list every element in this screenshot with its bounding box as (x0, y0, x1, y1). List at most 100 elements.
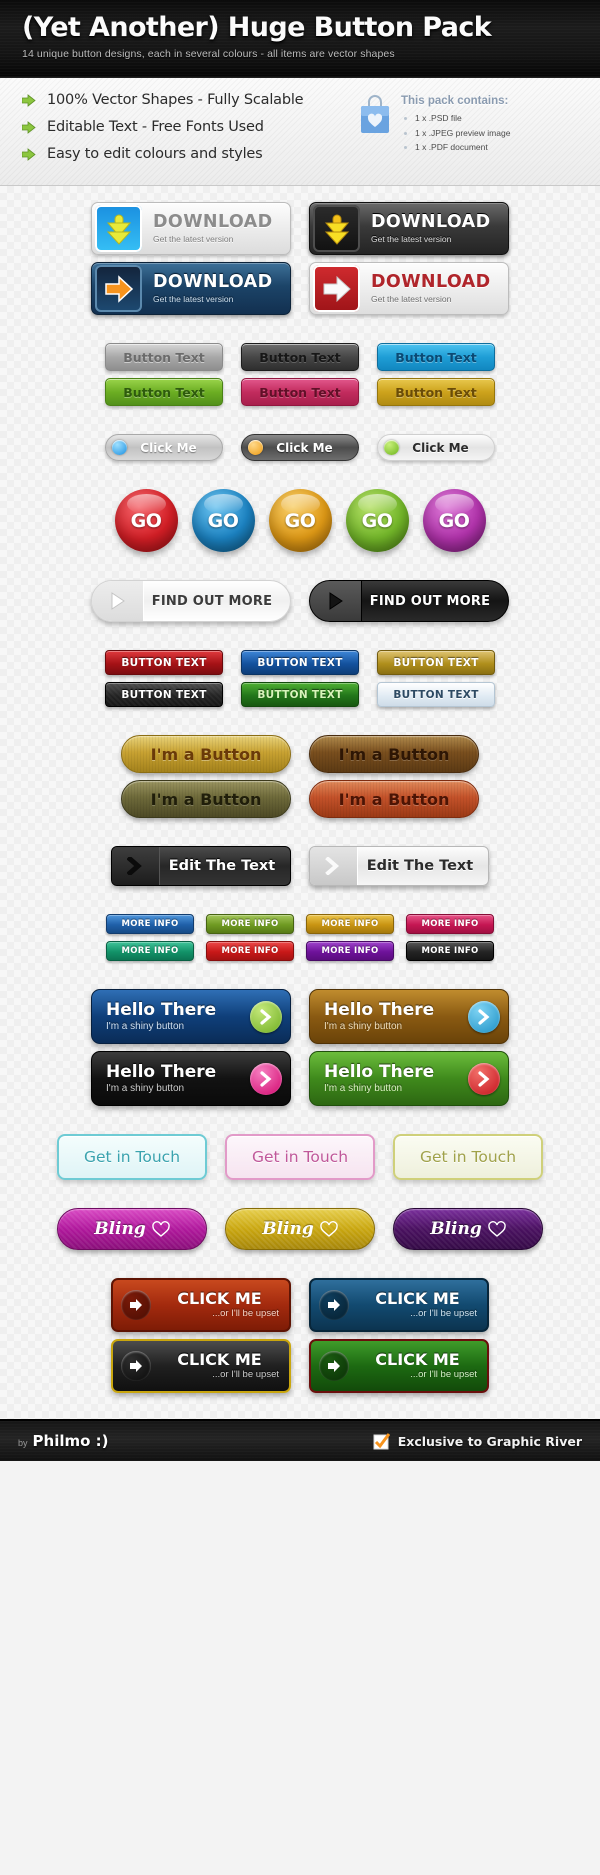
by-prefix: by (18, 1438, 28, 1448)
button-text-rect-red[interactable]: BUTTON TEXT (105, 650, 223, 675)
go-label: GO (361, 509, 393, 532)
more-info-pink[interactable]: MORE INFO (406, 914, 494, 934)
button-label: MORE INFO (121, 946, 179, 956)
download-sublabel: Get the latest version (153, 233, 234, 244)
get-in-touch-pink[interactable]: Get in Touch (225, 1134, 375, 1180)
go-button-green[interactable]: GO (345, 489, 409, 552)
more-info-gold[interactable]: MORE INFO (306, 914, 394, 934)
find-out-more-dark[interactable]: FIND OUT MORE (309, 580, 509, 622)
button-text-gold[interactable]: Button Text (377, 378, 495, 406)
click-me-big-blue[interactable]: CLICK ME ...or I'll be upset (309, 1278, 489, 1332)
button-text-grey[interactable]: Button Text (105, 343, 223, 371)
click-me-light[interactable]: Click Me (377, 434, 495, 461)
hello-there-dark[interactable]: Hello There I'm a shiny button (91, 1051, 291, 1106)
chevron-right-circle-icon (468, 1062, 500, 1095)
pack-contents: This pack contains: 1 x .PSD file 1 x .J… (358, 92, 580, 185)
feature-item: Easy to edit colours and styles (22, 146, 358, 162)
bling-label: Bling (430, 1219, 482, 1239)
go-button-red[interactable]: GO (114, 489, 178, 552)
more-info-dark[interactable]: MORE INFO (406, 941, 494, 961)
click-me-big-red[interactable]: CLICK ME ...or I'll be upset (111, 1278, 291, 1332)
button-text-rect-gold[interactable]: BUTTON TEXT (377, 650, 495, 675)
more-info-olive[interactable]: MORE INFO (206, 914, 294, 934)
button-text-rect-dark[interactable]: BUTTON TEXT (105, 682, 223, 707)
button-label: Button Text (395, 384, 477, 400)
download-button-navy[interactable]: DOWNLOAD Get the latest version (91, 262, 291, 315)
download-button-silver[interactable]: DOWNLOAD Get the latest version (91, 202, 291, 255)
chevron-right-circle-icon (250, 1000, 282, 1033)
im-a-button-orange[interactable]: I'm a Button (309, 780, 479, 818)
click-me-dark[interactable]: Click Me (241, 434, 359, 461)
button-text-rect-green[interactable]: BUTTON TEXT (241, 682, 359, 707)
hello-there-row-2: Hello There I'm a shiny button Hello The… (0, 1051, 600, 1106)
more-info-teal[interactable]: MORE INFO (106, 941, 194, 961)
button-text-pink[interactable]: Button Text (241, 378, 359, 406)
hello-there-blue[interactable]: Hello There I'm a shiny button (91, 989, 291, 1044)
download-label: DOWNLOAD (153, 212, 273, 233)
im-a-button-gold[interactable]: I'm a Button (121, 735, 291, 773)
click-me-big-sub: ...or I'll be upset (410, 1308, 477, 1320)
hello-there-sub: I'm a shiny button (324, 1020, 403, 1032)
pack-content-item: 1 x .PSD file (401, 113, 510, 123)
page-subtitle: 14 unique button designs, each in severa… (22, 48, 395, 60)
bling-gold[interactable]: Bling (225, 1208, 375, 1250)
hello-there-gold[interactable]: Hello There I'm a shiny button (309, 989, 509, 1044)
edit-the-text-light[interactable]: Edit The Text (309, 846, 489, 886)
edit-the-text-label: Edit The Text (168, 858, 276, 874)
find-out-more-light[interactable]: FIND OUT MORE (91, 580, 291, 622)
heart-icon (152, 1221, 170, 1237)
click-me-label: Click Me (412, 440, 469, 455)
button-label: MORE INFO (321, 946, 379, 956)
chevron-right-icon (112, 847, 160, 885)
go-button-orange[interactable]: GO (268, 489, 332, 552)
button-label: BUTTON TEXT (121, 656, 207, 669)
button-label: MORE INFO (321, 919, 379, 929)
button-text-blue[interactable]: Button Text (377, 343, 495, 371)
hello-there-green[interactable]: Hello There I'm a shiny button (309, 1051, 509, 1106)
click-me-grey[interactable]: Click Me (105, 434, 223, 461)
exclusive-label: Exclusive to Graphic River (397, 1433, 582, 1449)
click-me-big-title: CLICK ME (375, 1349, 460, 1369)
arrow-right-icon (121, 1290, 151, 1320)
hello-there-title: Hello There (324, 1062, 435, 1083)
more-info-row-2: MORE INFO MORE INFO MORE INFO MORE INFO (0, 941, 600, 961)
im-a-button-row-2: I'm a Button I'm a Button (0, 780, 600, 818)
im-a-button-olive[interactable]: I'm a Button (121, 780, 291, 818)
arrow-right-icon (319, 1290, 349, 1320)
hello-there-row-1: Hello There I'm a shiny button Hello The… (0, 989, 600, 1044)
go-button-purple[interactable]: GO (422, 489, 486, 552)
arrow-right-icon (319, 1351, 349, 1381)
checkbox-checked-icon (373, 1432, 390, 1449)
bling-purple[interactable]: Bling (393, 1208, 543, 1250)
arrow-right-icon (22, 120, 36, 134)
more-info-purple[interactable]: MORE INFO (306, 941, 394, 961)
click-me-big-dark[interactable]: CLICK ME ...or I'll be upset (111, 1339, 291, 1393)
click-me-big-row-1: CLICK ME ...or I'll be upset CLICK ME ..… (0, 1278, 600, 1332)
im-a-button-brown[interactable]: I'm a Button (309, 735, 479, 773)
button-label: BUTTON TEXT (393, 656, 479, 669)
shopping-bag-heart-icon (361, 95, 389, 133)
author-name: Philmo :) (32, 1432, 109, 1450)
download-arrow-icon (95, 205, 142, 252)
button-text-rect-white[interactable]: BUTTON TEXT (377, 682, 495, 707)
button-label: I'm a Button (338, 789, 450, 809)
more-info-red[interactable]: MORE INFO (206, 941, 294, 961)
more-info-blue[interactable]: MORE INFO (106, 914, 194, 934)
button-text-green[interactable]: Button Text (105, 378, 223, 406)
download-label: DOWNLOAD (371, 212, 491, 233)
click-me-big-green[interactable]: CLICK ME ...or I'll be upset (309, 1339, 489, 1393)
button-text-rect-blue[interactable]: BUTTON TEXT (241, 650, 359, 675)
download-button-row-2: DOWNLOAD Get the latest version DOWNLOAD… (0, 262, 600, 315)
go-button-blue[interactable]: GO (191, 489, 255, 552)
bling-magenta[interactable]: Bling (57, 1208, 207, 1250)
edit-the-text-row: Edit The Text Edit The Text (0, 846, 600, 886)
get-in-touch-olive[interactable]: Get in Touch (393, 1134, 543, 1180)
download-button-red[interactable]: DOWNLOAD Get the latest version (309, 262, 509, 315)
edit-the-text-dark[interactable]: Edit The Text (111, 846, 291, 886)
download-label: DOWNLOAD (371, 272, 491, 293)
click-me-big-title: CLICK ME (177, 1288, 262, 1308)
button-label: MORE INFO (421, 946, 479, 956)
download-button-dark[interactable]: DOWNLOAD Get the latest version (309, 202, 509, 255)
button-text-dark[interactable]: Button Text (241, 343, 359, 371)
get-in-touch-teal[interactable]: Get in Touch (57, 1134, 207, 1180)
